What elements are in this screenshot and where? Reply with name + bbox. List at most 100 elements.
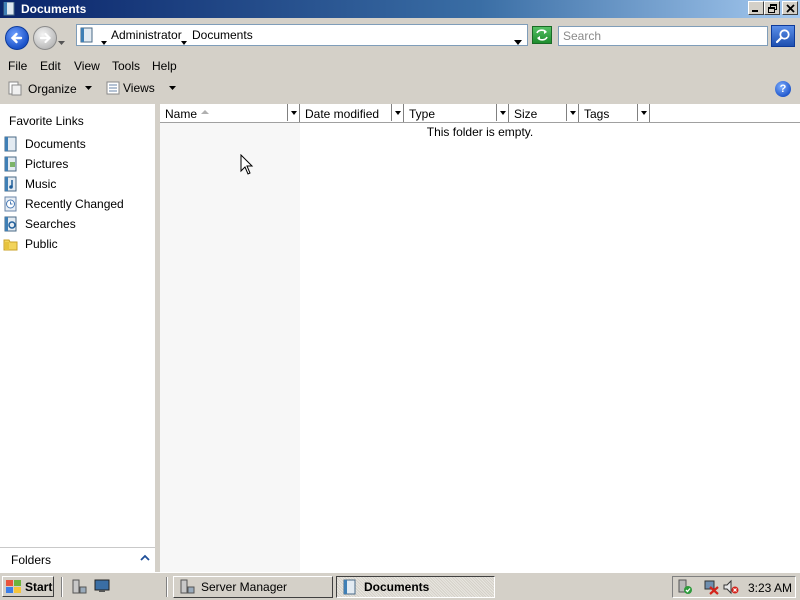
- search-button[interactable]: [771, 25, 795, 47]
- documents-icon: [4, 136, 17, 152]
- column-filter-dropdown[interactable]: [496, 104, 508, 121]
- menu-bar: File Edit View Tools Help: [0, 56, 800, 76]
- start-button[interactable]: Start: [2, 576, 54, 597]
- back-button[interactable]: [5, 26, 29, 50]
- views-button[interactable]: Views: [106, 81, 177, 95]
- help-icon: ?: [779, 83, 787, 95]
- nav-item-pictures[interactable]: Pictures: [0, 155, 150, 173]
- clock[interactable]: 3:23 AM: [748, 581, 792, 595]
- chevron-down-icon: [84, 86, 92, 90]
- menu-file[interactable]: File: [7, 59, 28, 73]
- nav-item-public[interactable]: Public: [0, 235, 150, 253]
- restore-button[interactable]: [764, 1, 780, 15]
- column-date-modified[interactable]: Date modified: [300, 104, 404, 122]
- folders-label: Folders: [11, 553, 52, 567]
- close-button[interactable]: [782, 1, 798, 15]
- mouse-pointer-icon: [240, 154, 254, 175]
- show-desktop-icon[interactable]: [94, 579, 110, 596]
- nav-item-recently-changed[interactable]: Recently Changed: [0, 195, 150, 213]
- chevron-down-icon: [290, 110, 297, 115]
- nav-item-label: Recently Changed: [25, 197, 124, 211]
- volume-muted-icon[interactable]: [723, 579, 739, 595]
- network-disconnected-icon[interactable]: [703, 579, 719, 595]
- close-icon: [785, 3, 795, 13]
- nav-item-documents[interactable]: Documents: [0, 135, 150, 153]
- pictures-icon: [4, 156, 17, 172]
- sorted-column-highlight: [160, 122, 300, 572]
- chevron-down-icon: [640, 110, 647, 115]
- server-manager-icon: [180, 579, 195, 594]
- file-list[interactable]: Name Date modified Type Size Tags This f…: [160, 104, 800, 572]
- empty-folder-message: This folder is empty.: [426, 125, 534, 139]
- column-filter-dropdown[interactable]: [287, 104, 299, 121]
- search-input[interactable]: [558, 26, 768, 46]
- documents-folder-icon: [80, 27, 94, 46]
- chevron-down-icon: [168, 85, 176, 90]
- views-label: Views: [123, 81, 155, 95]
- forward-button[interactable]: [33, 26, 57, 50]
- chevron-down-icon: [58, 41, 65, 45]
- column-type[interactable]: Type: [404, 104, 509, 122]
- server-manager-quicklaunch-icon[interactable]: [71, 579, 87, 598]
- task-label: Documents: [364, 580, 430, 594]
- menu-view[interactable]: View: [73, 59, 101, 73]
- music-icon: [4, 176, 17, 192]
- chevron-up-icon: [140, 554, 150, 561]
- public-folder-icon: [3, 239, 18, 251]
- address-bar[interactable]: Administrator Documents: [76, 24, 528, 46]
- searches-icon: [4, 216, 17, 232]
- organize-icon: [8, 81, 22, 96]
- taskbar-item-documents[interactable]: Documents: [336, 576, 495, 598]
- system-tray: 3:23 AM: [672, 576, 796, 598]
- navigation-pane: Favorite Links Documents Pictures Music …: [0, 104, 156, 572]
- breadcrumb-arrow-icon[interactable]: [181, 34, 187, 48]
- title-bar[interactable]: Documents: [0, 0, 800, 18]
- search-icon: [775, 29, 790, 44]
- organize-label: Organize: [28, 81, 77, 96]
- taskbar-separator: [166, 577, 168, 597]
- folders-toggle[interactable]: Folders: [0, 547, 155, 572]
- nav-item-searches[interactable]: Searches: [0, 215, 150, 233]
- window-title: Documents: [21, 2, 87, 16]
- taskbar-separator: [61, 577, 63, 597]
- menu-edit[interactable]: Edit: [39, 59, 62, 73]
- column-label: Date modified: [305, 107, 380, 121]
- address-row: Administrator Documents: [0, 18, 800, 56]
- refresh-button[interactable]: [532, 26, 552, 44]
- taskbar-item-server-manager[interactable]: Server Manager: [173, 576, 333, 598]
- column-filter-dropdown[interactable]: [637, 104, 649, 121]
- minimize-button[interactable]: [748, 1, 764, 15]
- command-bar: Organize Views ?: [0, 76, 800, 102]
- back-arrow-icon: [10, 32, 23, 44]
- column-name[interactable]: Name: [160, 104, 300, 122]
- menu-help[interactable]: Help: [151, 59, 178, 73]
- documents-icon: [343, 579, 356, 595]
- breadcrumb-arrow-icon[interactable]: [101, 34, 107, 48]
- help-button[interactable]: ?: [775, 81, 791, 97]
- column-label: Tags: [584, 107, 610, 121]
- menu-tools[interactable]: Tools: [111, 59, 141, 73]
- nav-item-music[interactable]: Music: [0, 175, 150, 193]
- action-center-icon[interactable]: [677, 579, 693, 595]
- column-size[interactable]: Size: [509, 104, 579, 122]
- nav-item-label: Public: [25, 237, 58, 251]
- views-icon: [106, 81, 120, 95]
- column-label: Type: [409, 107, 436, 121]
- column-filter-dropdown[interactable]: [391, 104, 403, 121]
- minimize-icon: [752, 10, 758, 12]
- nav-item-label: Searches: [25, 217, 76, 231]
- chevron-down-icon: [569, 110, 576, 115]
- column-tags[interactable]: Tags: [579, 104, 650, 122]
- column-label: Size: [514, 107, 538, 121]
- column-filter-dropdown[interactable]: [566, 104, 578, 121]
- chevron-down-icon: [394, 110, 401, 115]
- nav-item-label: Pictures: [25, 157, 69, 171]
- organize-button[interactable]: Organize: [8, 81, 93, 96]
- task-label: Server Manager: [201, 580, 288, 594]
- nav-item-label: Documents: [25, 137, 86, 151]
- forward-arrow-icon: [39, 32, 52, 44]
- breadcrumb-documents[interactable]: Documents: [192, 28, 253, 42]
- address-history-dropdown[interactable]: [514, 34, 522, 48]
- breadcrumb-administrator[interactable]: Administrator: [111, 28, 182, 42]
- recent-pages-dropdown[interactable]: [58, 35, 66, 49]
